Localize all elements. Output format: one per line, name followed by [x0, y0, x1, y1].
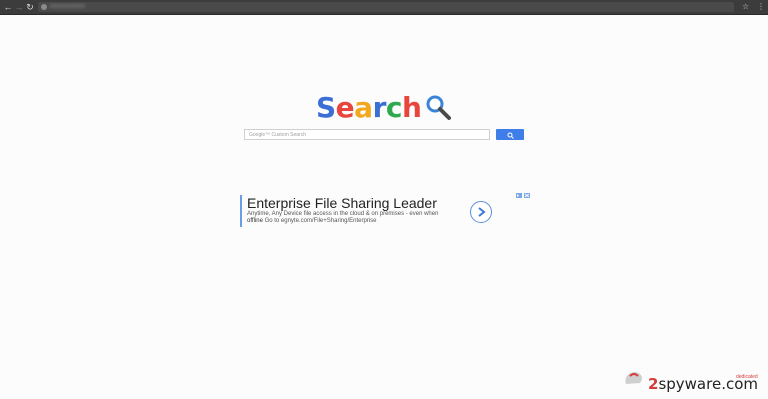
logo-letter: e [335, 91, 355, 124]
ad-url[interactable]: Go to egnyte.com/File+Sharing/Enterprise [265, 218, 377, 224]
search-icon [507, 132, 514, 139]
search-input[interactable] [244, 129, 490, 140]
reload-icon[interactable]: ↻ [25, 1, 35, 13]
logo-letter: S [316, 91, 336, 124]
logo-letter: a [354, 91, 373, 124]
search-button[interactable] [496, 129, 524, 140]
ad-offline-text: offline [247, 218, 263, 224]
forward-arrow-icon[interactable]: → [14, 1, 24, 13]
back-arrow-icon[interactable]: ← [3, 1, 13, 13]
sponsored-ad[interactable]: Enterprise File Sharing Leader Anytime, … [240, 195, 494, 227]
address-bar[interactable]: xxxxxxxxxx [38, 2, 734, 12]
chevron-right-icon [478, 207, 486, 217]
logo-letter: r [372, 91, 387, 124]
star-icon[interactable]: ☆ [742, 1, 749, 13]
kebab-menu-icon[interactable]: ⋮ [757, 1, 765, 13]
site-info-icon[interactable] [41, 4, 47, 10]
magnifier-icon [426, 95, 451, 120]
address-url: xxxxxxxxxx [50, 3, 85, 10]
watermark-tagline: dedicated [736, 374, 758, 380]
logo-letter: h [402, 91, 422, 124]
browser-toolbar: ← → ↻ xxxxxxxxxx ☆ ⋮ [0, 0, 768, 15]
ad-title[interactable]: Enterprise File Sharing Leader [247, 195, 437, 212]
search-logo: Search [316, 90, 422, 126]
ad-description: Anytime, Any Device file access in the c… [247, 211, 467, 225]
ad-open-button[interactable] [470, 201, 492, 223]
ad-description-text: Anytime, Any Device file access in the c… [247, 211, 439, 217]
watermark-number: 2 [648, 375, 659, 393]
adchoices-icon[interactable] [516, 193, 530, 198]
logo-letter: c [385, 91, 403, 124]
watermark-brand: spyware [658, 375, 722, 393]
